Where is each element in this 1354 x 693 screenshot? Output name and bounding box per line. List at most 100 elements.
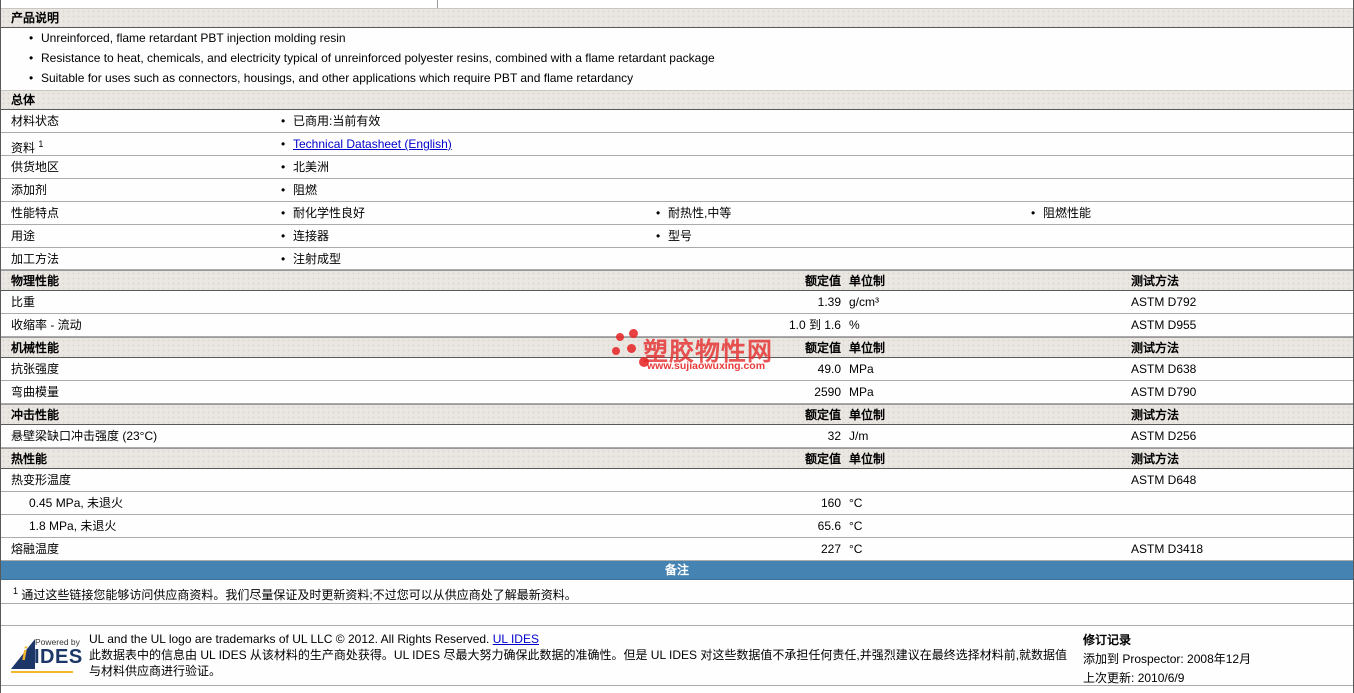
row-value: 耐热性,中等 — [656, 202, 1031, 224]
table-row: 资料 1 Technical Datasheet (English) — [1, 133, 1353, 156]
property-name: 收缩率 - 流动 — [11, 318, 82, 332]
ides-i-icon: i — [22, 644, 28, 664]
revision-title: 修订记录 — [1083, 633, 1132, 647]
property-method — [1131, 515, 1353, 537]
section-header-general: 总体 — [1, 90, 1353, 110]
row-value: 型号 — [656, 225, 1031, 247]
footnote-marker: 1 — [13, 586, 19, 596]
property-method: ASTM D256 — [1131, 429, 1197, 443]
description-bullet: Resistance to heat, chemicals, and elect… — [41, 51, 715, 65]
footer: i Powered by IDES UL and the UL logo are… — [1, 626, 1353, 686]
table-row: 比重 1.39 g/cm³ ASTM D792 — [1, 291, 1353, 314]
bullet-icon — [281, 225, 293, 247]
property-name: 弯曲模量 — [11, 385, 60, 399]
column-header-unit: 单位制 — [849, 341, 886, 355]
row-value: Technical Datasheet (English) — [281, 133, 656, 155]
footnote-text: 通过这些链接您能够访问供应商资料。我们尽量保证及时更新资料;不过您可以从供应商处… — [21, 588, 577, 602]
list-item: Resistance to heat, chemicals, and elect… — [1, 48, 1353, 68]
section-header-thermal: 热性能 额定值 单位制 测试方法 — [1, 448, 1353, 469]
property-unit: % — [849, 318, 860, 332]
description-bullet: Unreinforced, flame retardant PBT inject… — [41, 31, 346, 45]
ides-logo: i Powered by IDES — [11, 631, 82, 675]
table-row: 热变形温度 ASTM D648 — [1, 469, 1353, 492]
property-value: 2590 — [814, 385, 841, 399]
row-value: 阻燃 — [281, 179, 656, 201]
bullet-icon — [281, 133, 293, 155]
property-unit: °C — [849, 542, 863, 556]
column-header-value: 额定值 — [804, 341, 841, 355]
section-header-physical: 物理性能 额定值 单位制 测试方法 — [1, 270, 1353, 291]
property-method: ASTM D3418 — [1131, 542, 1204, 556]
property-method: ASTM D790 — [1131, 385, 1197, 399]
column-header-value: 额定值 — [804, 452, 841, 466]
property-unit: MPa — [849, 362, 874, 376]
property-name: 抗张强度 — [11, 362, 60, 376]
property-unit: °C — [849, 519, 863, 533]
table-row: 抗张强度 49.0 MPa ASTM D638 — [1, 358, 1353, 381]
row-value: 已商用:当前有效 — [281, 110, 656, 132]
bullet-icon — [281, 179, 293, 201]
revision-updated: 上次更新: 2010/6/9 — [1083, 671, 1185, 685]
property-name: 悬壁梁缺口冲击强度 (23°C) — [11, 429, 158, 443]
technical-datasheet-link[interactable]: Technical Datasheet (English) — [293, 137, 452, 151]
ides-underline — [11, 671, 73, 673]
row-value: 连接器 — [281, 225, 656, 247]
table-row: 0.45 MPa, 未退火 160 °C — [1, 492, 1353, 515]
bullet-icon — [1031, 202, 1043, 224]
footnote: 1 通过这些链接您能够访问供应商资料。我们尽量保证及时更新资料;不过您可以从供应… — [1, 580, 1353, 604]
property-method — [1131, 492, 1353, 514]
revision-record: 修订记录 添加到 Prospector: 2008年12月 上次更新: 2010… — [1083, 631, 1343, 685]
section-header-impact: 冲击性能 额定值 单位制 测试方法 — [1, 404, 1353, 425]
description-bullet: Suitable for uses such as connectors, ho… — [41, 71, 634, 85]
column-header-unit: 单位制 — [849, 452, 886, 466]
column-header-method: 测试方法 — [1131, 452, 1180, 466]
table-row: 1.8 MPa, 未退火 65.6 °C — [1, 515, 1353, 538]
property-method: ASTM D955 — [1131, 318, 1197, 332]
row-label: 材料状态 — [11, 114, 60, 128]
column-header-method: 测试方法 — [1131, 274, 1180, 288]
table-row: 用途 连接器 型号 — [1, 225, 1353, 248]
table-row: 悬壁梁缺口冲击强度 (23°C) 32 J/m ASTM D256 — [1, 425, 1353, 448]
table-row: 熔融温度 227 °C ASTM D3418 — [1, 538, 1353, 561]
bullet-icon — [656, 202, 668, 224]
bullet-icon — [656, 225, 668, 247]
datasheet-page: 产品说明 Unreinforced, flame retardant PBT i… — [0, 0, 1354, 693]
bullet-icon — [281, 202, 293, 224]
disclaimer-text: 此数据表中的信息由 UL IDES 从该材料的生产商处获得。UL IDES 尽最… — [89, 648, 1068, 678]
row-value: 北美洲 — [281, 156, 656, 178]
property-value: 65.6 — [817, 519, 841, 533]
table-row: 收缩率 - 流动 1.0 到 1.6 % ASTM D955 — [1, 314, 1353, 337]
column-header-unit: 单位制 — [849, 274, 886, 288]
table-row: 供货地区 北美洲 — [1, 156, 1353, 179]
property-method: ASTM D648 — [1131, 473, 1197, 487]
ul-ides-link[interactable]: UL IDES — [493, 632, 539, 646]
cell-divider — [437, 0, 438, 8]
row-label: 加工方法 — [11, 252, 60, 266]
property-method: ASTM D792 — [1131, 295, 1197, 309]
column-header-method: 测试方法 — [1131, 408, 1180, 422]
list-item: Unreinforced, flame retardant PBT inject… — [1, 28, 1353, 48]
table-row: 弯曲模量 2590 MPa ASTM D790 — [1, 381, 1353, 404]
revision-added: 添加到 Prospector: 2008年12月 — [1083, 652, 1252, 666]
property-unit: MPa — [849, 385, 874, 399]
property-name: 1.8 MPa, 未退火 — [29, 519, 117, 533]
bullet-icon — [281, 110, 293, 132]
property-value: 160 — [820, 496, 841, 510]
column-header-unit: 单位制 — [849, 408, 886, 422]
list-item: Suitable for uses such as connectors, ho… — [1, 68, 1353, 90]
row-value: 注射成型 — [281, 248, 656, 269]
spacer-row — [1, 604, 1353, 626]
property-value — [561, 469, 841, 491]
section-header-mechanical: 机械性能 额定值 单位制 测试方法 — [1, 337, 1353, 358]
bullet-icon — [281, 156, 293, 178]
row-value: 阻燃性能 — [1031, 202, 1353, 224]
property-unit: J/m — [849, 429, 869, 443]
row-label: 用途 — [11, 229, 36, 243]
footer-disclaimer: UL and the UL logo are trademarks of UL … — [89, 631, 1071, 685]
table-row: 加工方法 注射成型 — [1, 248, 1353, 270]
bullet-icon — [281, 248, 293, 269]
top-strip — [1, 0, 1353, 8]
row-value: 耐化学性良好 — [281, 202, 656, 224]
property-name: 熔融温度 — [11, 542, 60, 556]
trademark-text: UL and the UL logo are trademarks of UL … — [89, 632, 493, 646]
